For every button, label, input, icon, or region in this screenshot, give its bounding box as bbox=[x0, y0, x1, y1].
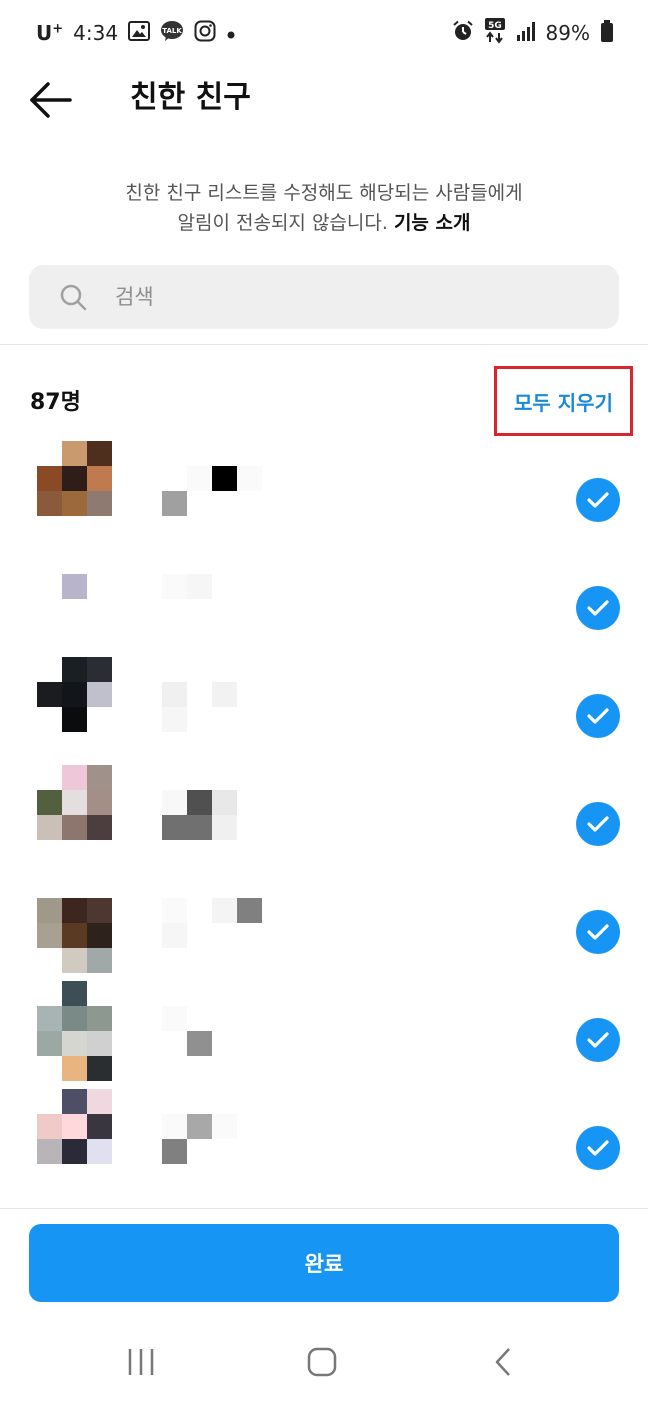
alarm-icon bbox=[452, 20, 474, 47]
selected-check-icon[interactable] bbox=[576, 802, 620, 846]
friend-name-redacted bbox=[137, 1006, 262, 1056]
status-right: 5G 89% bbox=[452, 17, 614, 49]
friend-name-redacted bbox=[137, 574, 262, 624]
instagram-icon bbox=[194, 20, 216, 47]
back-button[interactable] bbox=[26, 78, 74, 122]
avatar bbox=[37, 1089, 112, 1189]
recent-apps-icon bbox=[128, 1349, 154, 1375]
system-back-button[interactable] bbox=[474, 1340, 534, 1384]
signal-icon bbox=[516, 21, 536, 46]
avatar bbox=[37, 657, 112, 757]
friend-row[interactable] bbox=[0, 1084, 648, 1192]
gallery-icon bbox=[128, 20, 151, 46]
dot-icon bbox=[226, 21, 236, 45]
friend-row[interactable] bbox=[0, 976, 648, 1084]
avatar bbox=[37, 441, 112, 541]
friend-count: 87명 bbox=[30, 390, 81, 415]
friend-name-redacted bbox=[137, 682, 262, 732]
home-icon bbox=[307, 1347, 337, 1377]
selected-check-icon[interactable] bbox=[576, 1126, 620, 1170]
selected-check-icon[interactable] bbox=[576, 1018, 620, 1062]
status-bar: U+ 4:34 TALK 5G 89% bbox=[0, 0, 648, 64]
bottom-divider bbox=[0, 1208, 648, 1209]
friend-name-redacted bbox=[137, 466, 262, 516]
status-left: U+ 4:34 TALK bbox=[36, 18, 236, 48]
friend-name-redacted bbox=[137, 1114, 262, 1164]
section-divider bbox=[0, 344, 648, 345]
feature-intro-link[interactable]: 기능 소개 bbox=[394, 212, 471, 234]
recent-apps-button[interactable] bbox=[111, 1340, 171, 1384]
avatar bbox=[37, 765, 112, 865]
selected-check-icon[interactable] bbox=[576, 586, 620, 630]
system-nav-bar bbox=[0, 1320, 648, 1404]
clear-all-button[interactable]: 모두 지우기 bbox=[497, 369, 630, 433]
description-line-2: 알림이 전송되지 않습니다. 기능 소개 bbox=[177, 212, 471, 234]
clear-all-highlight: 모두 지우기 bbox=[494, 366, 633, 436]
friend-row[interactable] bbox=[0, 868, 648, 976]
search-input[interactable] bbox=[115, 275, 595, 319]
5g-icon: 5G bbox=[484, 17, 506, 49]
clock: 4:34 bbox=[73, 21, 119, 45]
friend-name-redacted bbox=[137, 898, 262, 948]
description-text: 친한 친구 리스트를 수정해도 해당되는 사람들에게 알림이 전송되지 않습니다… bbox=[40, 178, 608, 238]
battery-icon bbox=[600, 19, 614, 47]
friend-name-redacted bbox=[137, 790, 262, 840]
friend-row[interactable] bbox=[0, 652, 648, 760]
svg-text:5G: 5G bbox=[488, 21, 502, 31]
avatar bbox=[37, 981, 112, 1081]
done-button[interactable]: 완료 bbox=[29, 1224, 619, 1302]
arrow-left-icon bbox=[30, 82, 72, 118]
search-box[interactable] bbox=[29, 265, 619, 329]
friend-row[interactable] bbox=[0, 436, 648, 544]
friend-row[interactable] bbox=[0, 544, 648, 652]
friend-row[interactable] bbox=[0, 760, 648, 868]
selected-check-icon[interactable] bbox=[576, 910, 620, 954]
avatar bbox=[37, 549, 112, 649]
friend-list bbox=[0, 436, 648, 1206]
carrier-label: U+ bbox=[36, 21, 64, 45]
battery-percent: 89% bbox=[545, 21, 590, 45]
avatar bbox=[37, 873, 112, 973]
description-line-1: 친한 친구 리스트를 수정해도 해당되는 사람들에게 bbox=[125, 182, 523, 204]
header: 친한 친구 bbox=[0, 64, 648, 136]
kakaotalk-icon: TALK bbox=[160, 20, 184, 47]
back-icon bbox=[495, 1348, 510, 1376]
svg-text:TALK: TALK bbox=[162, 27, 182, 35]
page-title: 친한 친구 bbox=[130, 80, 251, 115]
home-button[interactable] bbox=[292, 1340, 352, 1384]
selected-check-icon[interactable] bbox=[576, 478, 620, 522]
selected-check-icon[interactable] bbox=[576, 694, 620, 738]
search-icon bbox=[60, 284, 87, 311]
